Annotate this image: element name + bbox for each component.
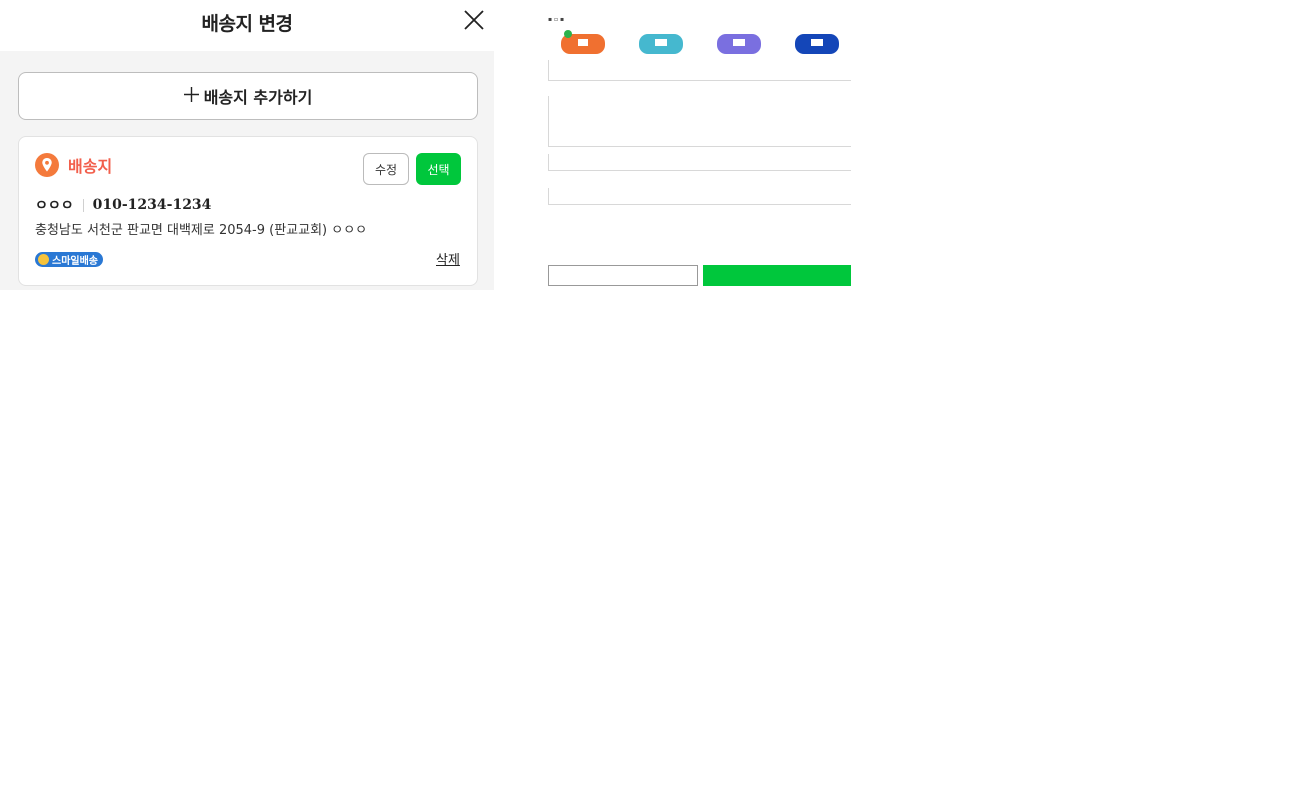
add-address-button[interactable]: 배송지 추가하기 (18, 72, 478, 120)
address-card-label: 배송지 (68, 157, 113, 176)
recipient-address: 충청남도 서천군 판교면 대백제로 2054-9 (판교교회) ㅇㅇㅇ (35, 223, 368, 238)
bag-teal-icon[interactable] (636, 28, 686, 56)
recipient-phone: 010-1234-1234 (92, 197, 212, 213)
preview-primary-button[interactable] (703, 265, 851, 286)
select-button[interactable]: 선택 (416, 153, 461, 185)
bag-orange-icon[interactable] (558, 28, 608, 56)
close-icon[interactable] (462, 8, 486, 32)
bag-navy-icon[interactable] (792, 28, 842, 56)
add-address-label: 배송지 추가하기 (203, 88, 313, 107)
preview-field-box (548, 154, 851, 171)
order-page-preview: ▪ ▫ ▪ (546, 14, 852, 290)
address-change-panel: 배송지 변경 배송지 추가하기 배송지 수정 선택 ㅇㅇㅇ 010-1234-1… (0, 0, 494, 290)
panel-header: 배송지 변경 (0, 0, 494, 51)
preview-request-box (548, 96, 851, 147)
preview-field-box-2 (548, 188, 851, 205)
plus-icon (183, 86, 199, 106)
smile-delivery-badge: 스마일배송 (35, 252, 103, 267)
delete-link[interactable]: 삭제 (436, 249, 460, 268)
recipient-line: ㅇㅇㅇ 010-1234-1234 (35, 195, 211, 215)
location-pin-icon (35, 153, 59, 177)
preview-notice-box (548, 60, 851, 81)
divider (82, 198, 84, 212)
recipient-name: ㅇㅇㅇ (35, 198, 74, 214)
edit-button[interactable]: 수정 (363, 153, 409, 185)
address-card: 배송지 수정 선택 ㅇㅇㅇ 010-1234-1234 충청남도 서천군 판교면… (18, 136, 478, 286)
panel-title: 배송지 변경 (201, 13, 293, 35)
preview-secondary-button[interactable] (548, 265, 698, 286)
smile-delivery-label: 스마일배송 (52, 256, 98, 267)
bag-purple-icon[interactable] (714, 28, 764, 56)
smile-icon (38, 254, 49, 265)
preview-heading: ▪ ▫ ▪ (548, 16, 565, 23)
